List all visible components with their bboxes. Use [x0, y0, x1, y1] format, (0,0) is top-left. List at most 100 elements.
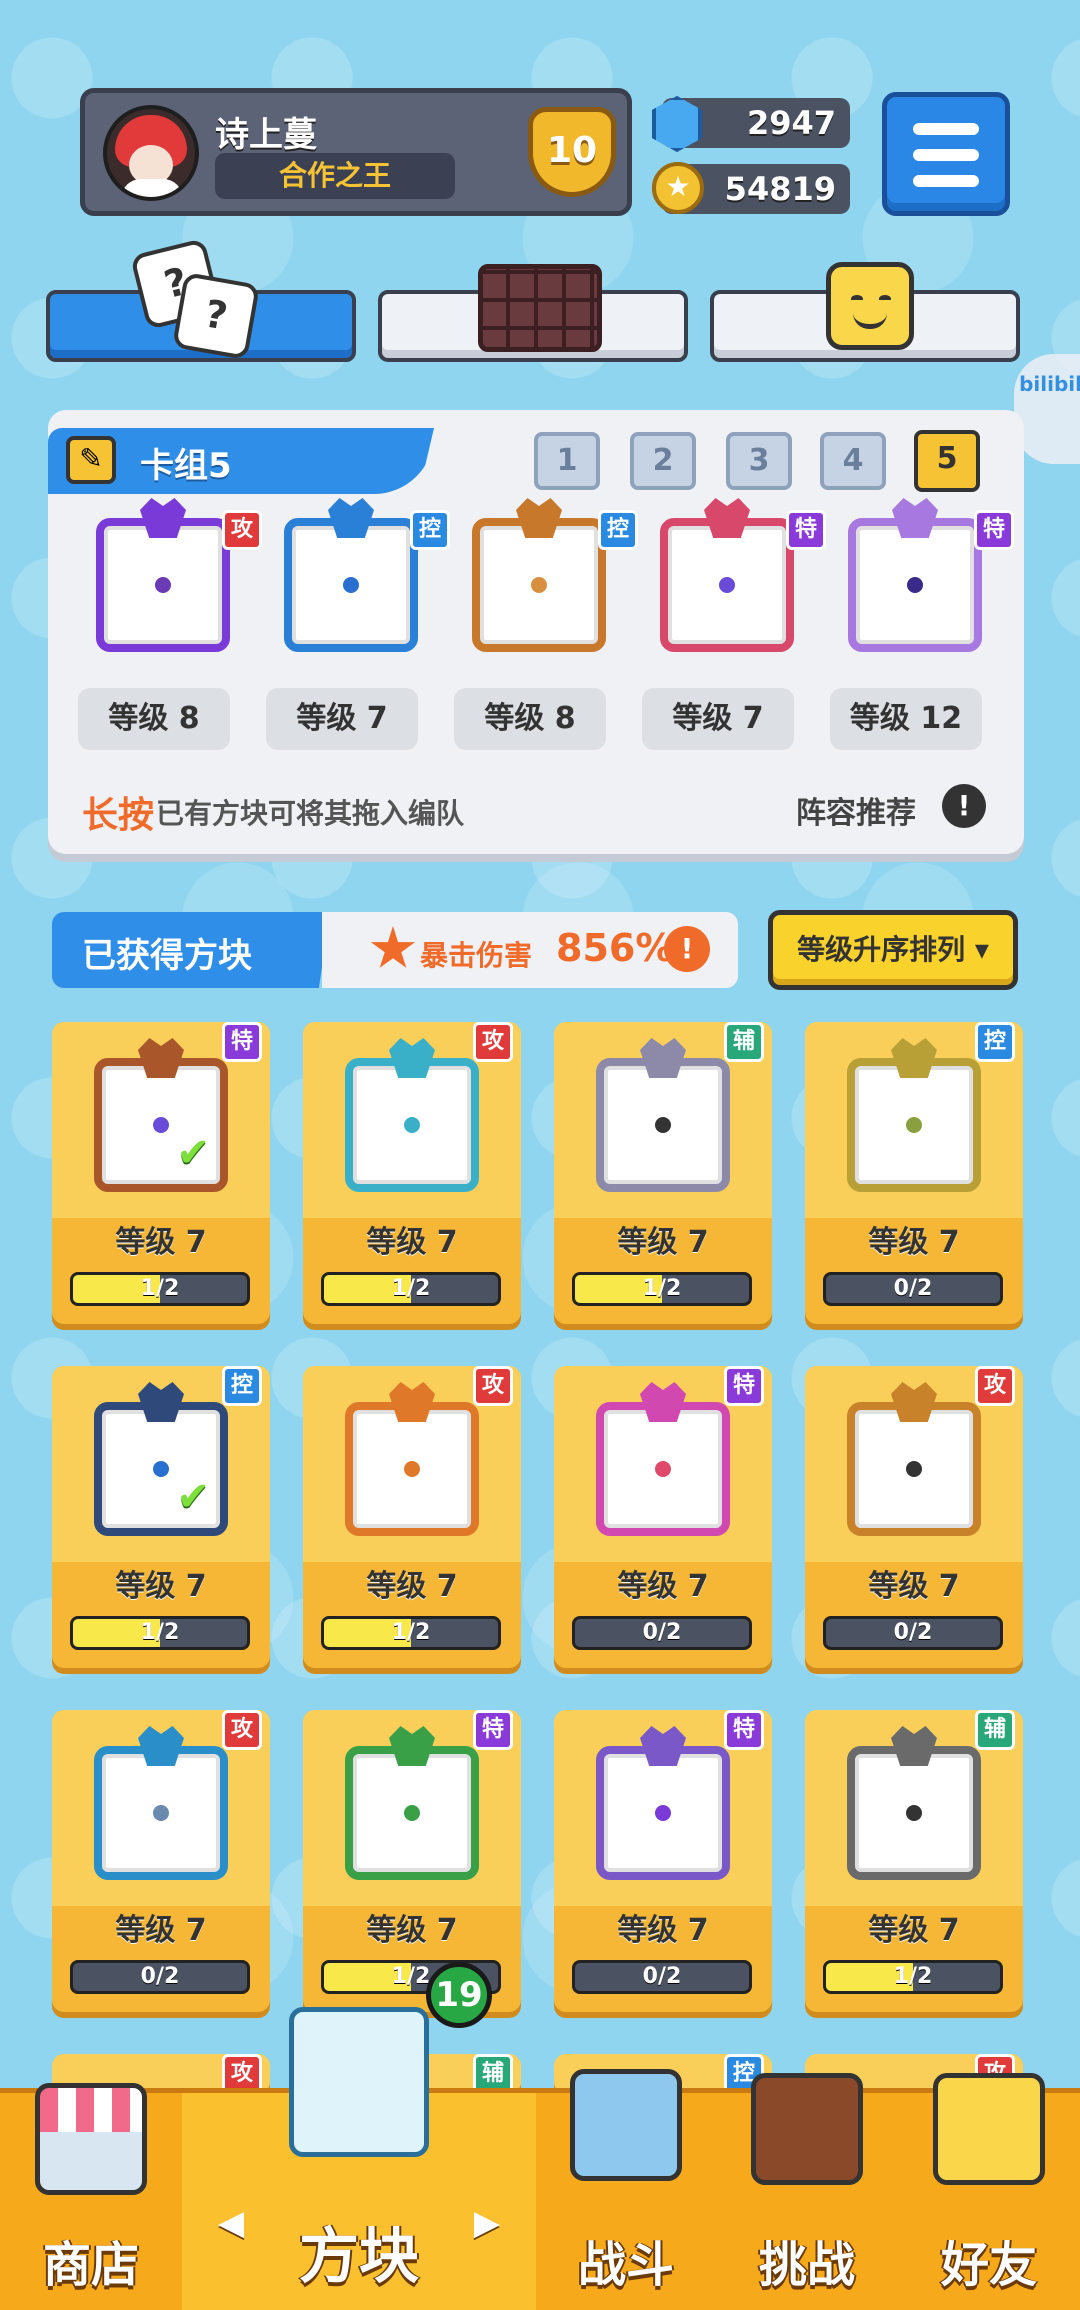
owned-block-icon: ✔ [94, 1038, 228, 1192]
core-dot-icon [152, 574, 174, 596]
deck-card-level: 等级 8 [454, 688, 606, 750]
upgrade-progress-bar: 1/2 [321, 1272, 501, 1306]
progress-text: 0/2 [893, 1276, 933, 1301]
progress-text: 0/2 [642, 1964, 682, 1989]
player-profile[interactable]: 诗上蔓 合作之王 10 [80, 88, 632, 216]
nav-friends[interactable]: 好友 [898, 2073, 1080, 2310]
in-deck-check-icon: ✔ [176, 1130, 210, 1176]
upgrade-progress-bar: 1/2 [321, 1616, 501, 1650]
progress-text: 1/2 [391, 1276, 431, 1301]
dragon-crest-icon [516, 498, 562, 538]
owned-block-card[interactable]: 攻等级 7 1/2 [303, 1366, 521, 1668]
core-dot-icon [401, 1802, 423, 1824]
upgrade-progress-bar: 1/2 [70, 1272, 250, 1306]
type-badge: 攻 [222, 510, 262, 550]
nav-label-shop: 商店 [42, 2237, 139, 2293]
player-name: 诗上蔓 [215, 115, 317, 155]
smile-icon [826, 262, 914, 350]
upgrade-progress-bar: 0/2 [823, 1616, 1003, 1650]
crit-info-icon[interactable]: ! [664, 926, 710, 972]
hint-text: 已有方块可将其拖入编队 [156, 797, 465, 830]
notification-badge: 19 [426, 1962, 492, 2028]
friends-icon [933, 2073, 1045, 2185]
progress-text: 1/2 [391, 1620, 431, 1645]
challenge-icon [751, 2073, 863, 2185]
owned-block-icon [847, 1726, 981, 1880]
nav-label-blocks: 方块 [299, 2222, 419, 2292]
owned-block-icon [345, 1038, 479, 1192]
owned-block-card[interactable]: 攻等级 7 0/2 [805, 1366, 1023, 1668]
nav-challenge[interactable]: 挑战 [716, 2073, 898, 2310]
upgrade-progress-bar: 0/2 [572, 1960, 752, 1994]
crit-value: 856% [556, 926, 674, 970]
deck-card-2-icon [284, 498, 418, 652]
owned-block-card[interactable]: 辅等级 7 1/2 [805, 1710, 1023, 2012]
hint-emphasis: 长按 [82, 795, 155, 836]
owned-block-card[interactable]: 攻等级 7 1/2 [303, 1022, 521, 1324]
owned-block-card[interactable]: 攻等级 7 0/2 [52, 1710, 270, 2012]
deck-tab-4[interactable]: 4 [820, 432, 886, 490]
progress-text: 1/2 [893, 1964, 933, 1989]
owned-block-icon [847, 1382, 981, 1536]
type-badge: 控 [222, 1366, 262, 1406]
owned-block-card[interactable]: 控等级 7 0/2 [805, 1022, 1023, 1324]
crit-label: 暴击伤害 [420, 939, 533, 972]
core-dot-icon [904, 574, 926, 596]
core-dot-icon [340, 574, 362, 596]
deck-panel: ✎ 卡组5 1 2 3 4 5 长按 已有方块可将其拖入编队 阵容推荐 ! 攻等… [48, 410, 1024, 854]
menu-button[interactable] [882, 92, 1010, 216]
battle-icon [570, 2069, 682, 2181]
deck-tab-1[interactable]: 1 [534, 432, 600, 490]
dragon-crest-icon [140, 498, 186, 538]
owned-title: 已获得方块 [82, 936, 252, 976]
core-dot-icon [401, 1114, 423, 1136]
upgrade-progress-bar: 1/2 [572, 1272, 752, 1306]
nav-label-challenge: 挑战 [758, 2237, 855, 2293]
type-badge: 攻 [975, 1366, 1015, 1406]
upgrade-progress-bar: 1/2 [70, 1616, 250, 1650]
owned-block-card[interactable]: 特等级 7 1/2 [303, 1710, 521, 2012]
core-dot-icon [150, 1458, 172, 1480]
core-dot-icon [150, 1802, 172, 1824]
core-dot-icon [903, 1458, 925, 1480]
block-level: 等级 7 [115, 1569, 207, 1604]
rank-medal-icon: 10 [528, 107, 616, 197]
dice-icon-2: ? [171, 271, 261, 361]
type-badge: 控 [975, 1022, 1015, 1062]
info-icon[interactable]: ! [942, 784, 986, 828]
owned-block-card[interactable]: 特等级 7 0/2 [554, 1710, 772, 2012]
block-level: 等级 7 [115, 1913, 207, 1948]
deck-tab-2[interactable]: 2 [630, 432, 696, 490]
crit-burst-icon [370, 926, 416, 968]
sort-button[interactable]: 等级升序排列 ▾ [768, 910, 1018, 990]
nav-blocks[interactable]: ◀ ▶ 方块 [182, 2007, 536, 2310]
type-badge: 控 [410, 510, 450, 550]
owned-block-card[interactable]: ✔ 控等级 7 1/2 [52, 1366, 270, 1668]
owned-block-card[interactable]: 辅等级 7 1/2 [554, 1022, 772, 1324]
recommend-label[interactable]: 阵容推荐 [796, 788, 916, 832]
avatar[interactable] [103, 105, 199, 201]
core-dot-icon [150, 1114, 172, 1136]
owned-block-icon [94, 1726, 228, 1880]
upgrade-progress-bar: 1/2 [823, 1960, 1003, 1994]
core-dot-icon [903, 1114, 925, 1136]
deck-tab-3[interactable]: 3 [726, 432, 792, 490]
upgrade-progress-bar: 0/2 [823, 1272, 1003, 1306]
owned-block-card[interactable]: 特等级 7 0/2 [554, 1366, 772, 1668]
nav-battle[interactable]: 战斗 [536, 2069, 716, 2310]
owned-block-icon [596, 1038, 730, 1192]
in-deck-check-icon: ✔ [176, 1474, 210, 1520]
dragon-crest-icon [704, 498, 750, 538]
progress-text: 1/2 [642, 1276, 682, 1301]
owned-block-icon: ✔ [94, 1382, 228, 1536]
nav-shop[interactable]: 商店 [0, 2083, 182, 2310]
block-level: 等级 7 [366, 1913, 458, 1948]
type-badge: 特 [974, 510, 1014, 550]
owned-header: 已获得方块 [52, 912, 330, 988]
deck-tab-5[interactable]: 5 [914, 430, 980, 492]
deck-card-level: 等级 7 [642, 688, 794, 750]
deck-card-5-icon [848, 498, 982, 652]
owned-block-card[interactable]: ✔ 特等级 7 1/2 [52, 1022, 270, 1324]
edit-pencil-icon[interactable]: ✎ [66, 436, 116, 484]
progress-text: 0/2 [140, 1964, 180, 1989]
